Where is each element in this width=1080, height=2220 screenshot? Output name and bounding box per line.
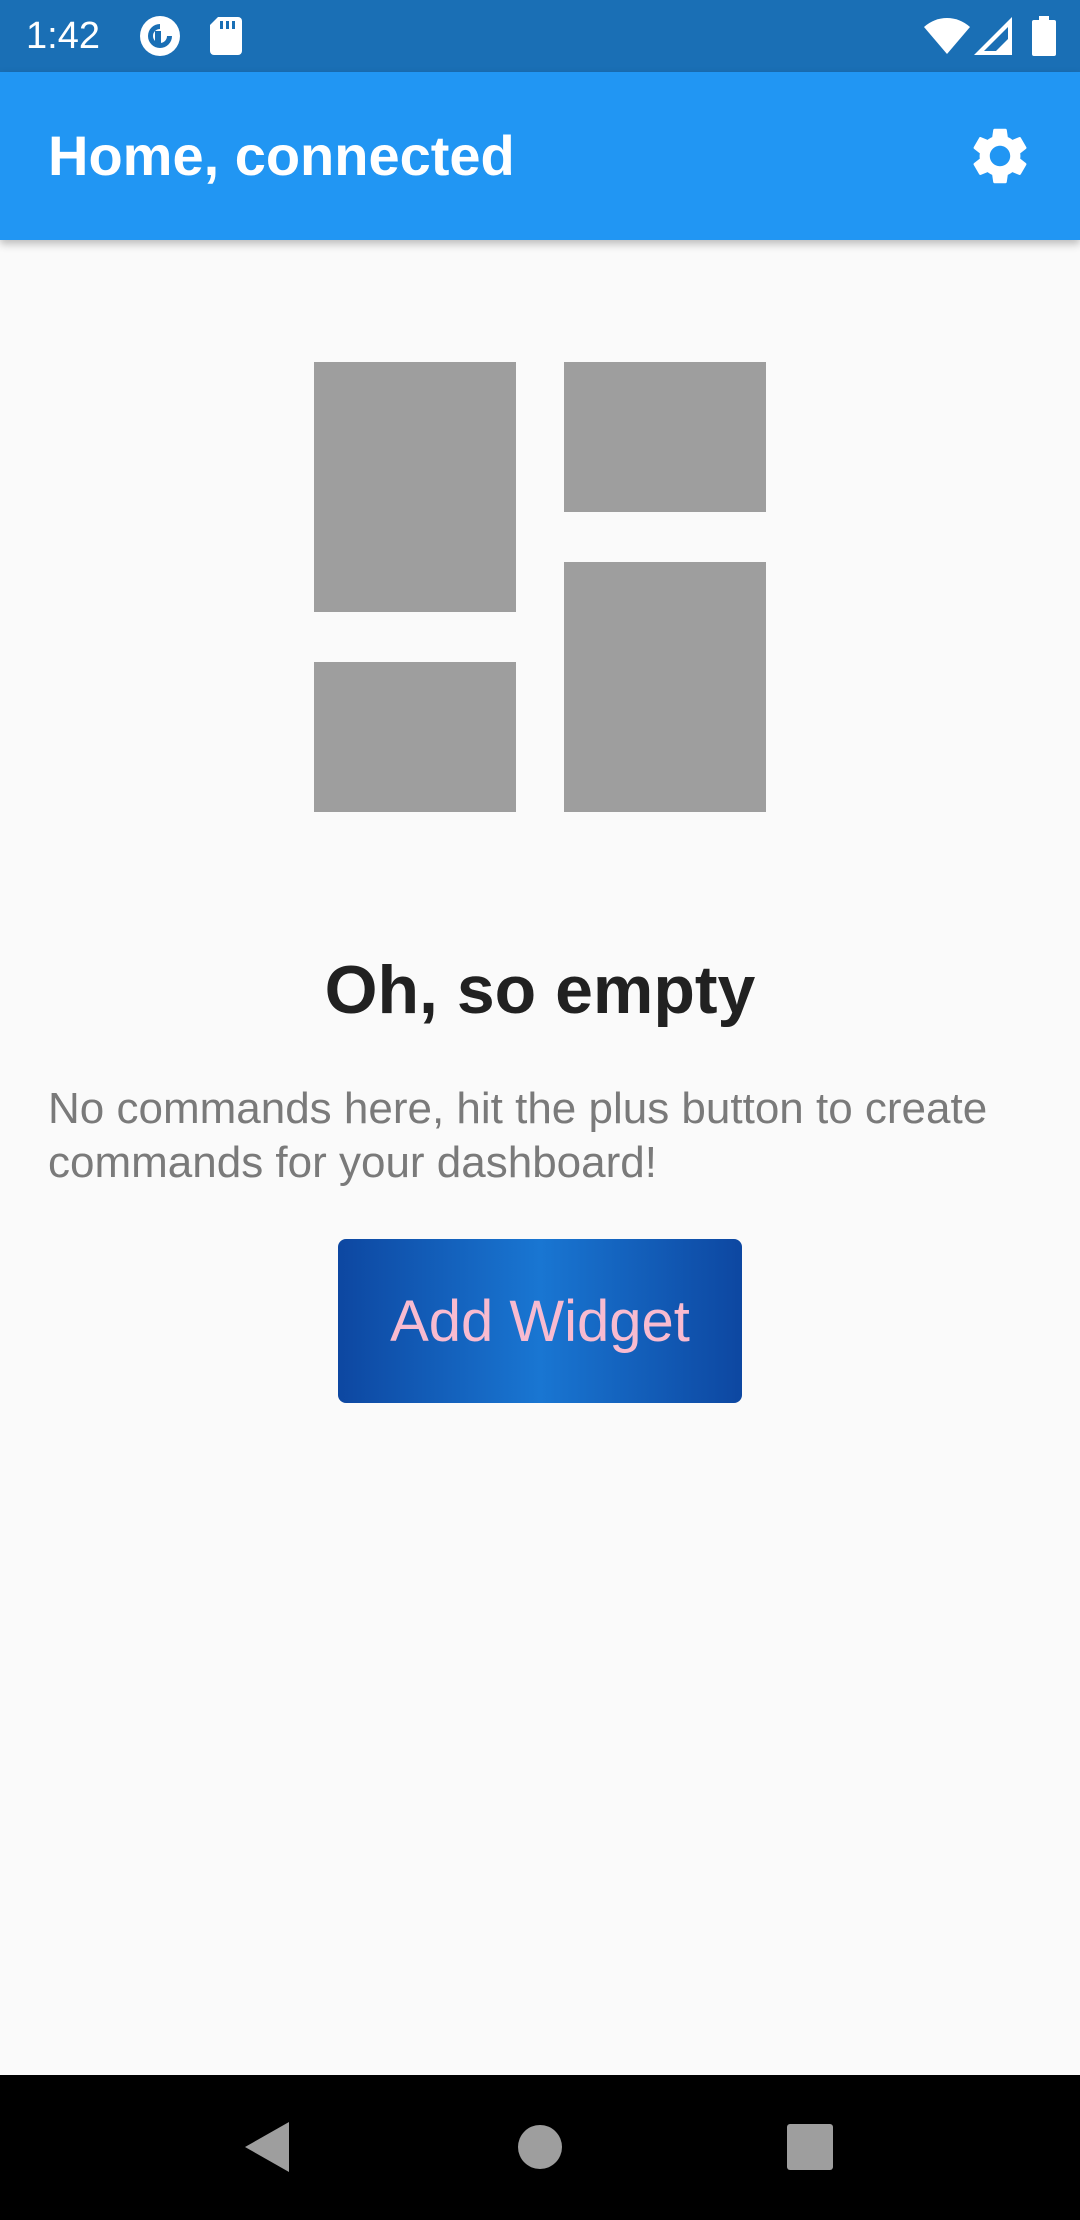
- empty-state-title: Oh, so empty: [324, 952, 756, 1028]
- app-bar: Home, connected: [0, 72, 1080, 240]
- add-widget-label: Add Widget: [390, 1288, 690, 1354]
- status-time: 1:42: [26, 15, 100, 57]
- wifi-icon: [924, 0, 970, 72]
- app-bar-title: Home, connected: [48, 124, 515, 187]
- illustration-tile: [564, 362, 766, 512]
- home-icon: [518, 2125, 562, 2169]
- pocket-casts-icon: [138, 0, 182, 72]
- back-icon: [245, 2122, 289, 2172]
- empty-state-description: No commands here, hit the plus button to…: [48, 1084, 988, 1187]
- cell-signal-icon: [974, 0, 1012, 72]
- add-widget-button[interactable]: Add Widget: [338, 1239, 742, 1403]
- settings-button[interactable]: [966, 122, 1034, 190]
- illustration-tile: [314, 662, 516, 812]
- illustration-tile: [314, 362, 516, 612]
- recents-button[interactable]: [760, 2097, 860, 2197]
- sd-card-icon: [210, 0, 242, 72]
- gear-icon: [973, 128, 1027, 184]
- recents-icon: [787, 2124, 833, 2170]
- battery-icon: [1032, 0, 1056, 72]
- status-bar: 1:42: [0, 0, 1080, 72]
- navigation-bar: [0, 2075, 1080, 2220]
- illustration-tile: [564, 562, 766, 812]
- screen: 1:42 Home, connected Oh, so empty No com…: [0, 0, 1080, 2220]
- home-button[interactable]: [490, 2097, 590, 2197]
- back-button[interactable]: [218, 2097, 318, 2197]
